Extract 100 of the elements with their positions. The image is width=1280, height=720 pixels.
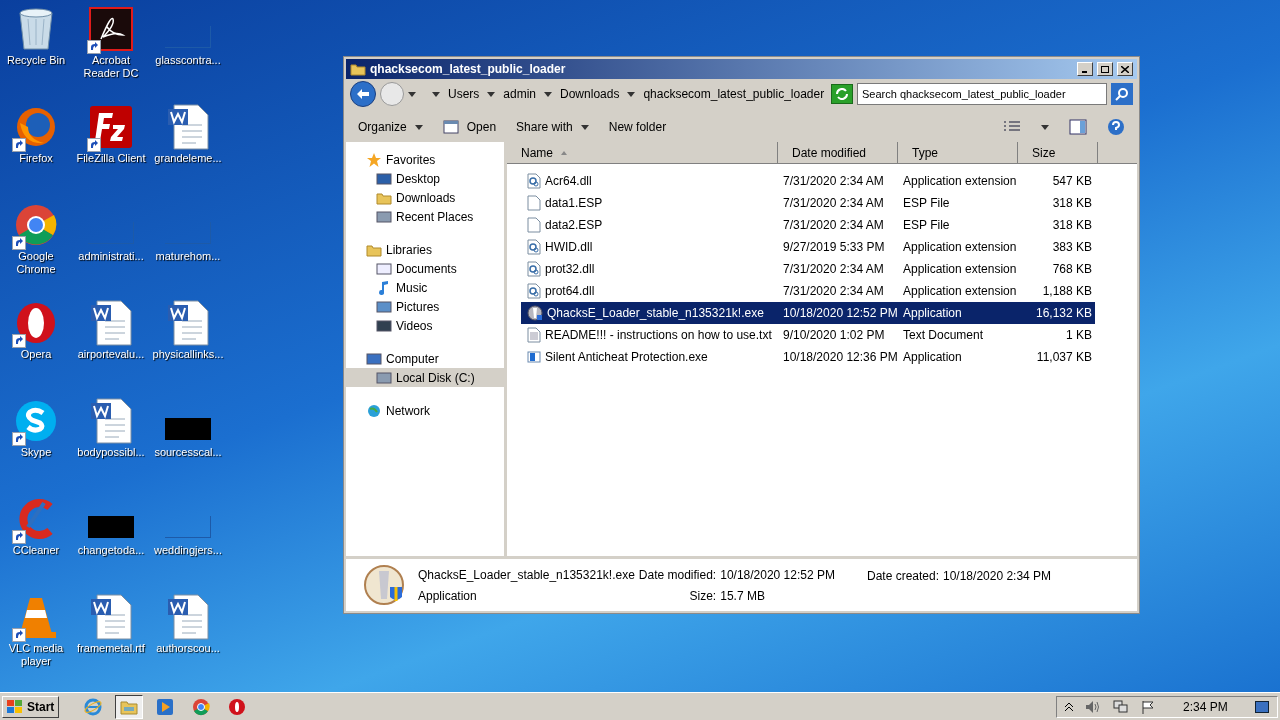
desktop-icon-label[interactable]: CCleaner [0,544,74,557]
nav-item[interactable]: Libraries [346,240,504,259]
file-row[interactable]: QhacksE_Loader_stable_n135321k!.exe 10/18/2020 12:52 PM Application 16,132 KB [521,302,1095,324]
globe-icon [366,402,382,419]
nav-item[interactable]: Videos [346,316,504,335]
desktop-icon-label[interactable]: administrati... [73,250,149,263]
close-button[interactable] [1117,62,1133,76]
file-icon [527,195,541,211]
clock[interactable]: 2:34 PM [1183,697,1243,716]
desktop-icon-label[interactable]: physicallinks... [150,348,226,361]
nav-item[interactable]: Recent Places [346,207,504,226]
file-row[interactable]: prot64.dll 7/31/2020 2:34 AM Application extension 1,188 KB [521,280,1095,302]
folder-icon [120,698,139,715]
desktop-icon-label[interactable]: airportevalu... [73,348,149,361]
type-cell-text: Application [902,349,963,366]
preview-pane-icon[interactable] [1069,119,1087,135]
toolbar-button[interactable]: Share with [516,118,589,136]
type-cell-text: Application extension [902,239,1018,256]
file-row[interactable]: README!!! - instructions on how to use.txt 9/10/2020 1:02 PM Text Document 1 KB [521,324,1095,346]
nav-item[interactable]: Favorites [346,150,504,169]
network-icon[interactable] [1113,699,1129,714]
speaker-icon[interactable] [1085,699,1101,714]
play-icon [156,697,175,716]
desktop-icon-label[interactable]: Opera [0,348,74,361]
column-header[interactable]: Size [1018,142,1098,163]
view-list-icon[interactable] [1003,120,1021,134]
size-cell-text: 318 KB [1051,217,1093,234]
opera-icon [228,697,247,716]
file-row[interactable]: prot32.dll 7/31/2020 2:34 AM Application extension 768 KB [521,258,1095,280]
nav-item[interactable]: Desktop [346,169,504,188]
toolbar-button[interactable]: Open [442,118,497,136]
search-field[interactable]: Search qhacksecom_latest_public_loader [857,83,1107,105]
desktop-icon-label[interactable]: bodypossibl... [73,446,149,459]
column-header[interactable]: Name [507,142,778,163]
breadcrumb-item[interactable]: Users [448,85,480,103]
minimize-button[interactable] [1077,62,1093,76]
desktop-icon-label[interactable]: Skype [0,446,74,459]
desktop-icon-label[interactable]: Google Chrome [0,250,74,276]
redacted-icon [165,418,211,440]
file-row[interactable]: data1.ESP 7/31/2020 2:34 AM ESP File 318 KB [521,192,1095,214]
nav-item[interactable]: Downloads [346,188,504,207]
toolbar-button[interactable]: Organize [358,118,423,136]
file-row[interactable]: data2.ESP 7/31/2020 2:34 AM ESP File 318 KB [521,214,1095,236]
column-header[interactable]: Type [898,142,1018,163]
breadcrumb-item[interactable]: admin [503,85,537,103]
desktop-icon-label[interactable]: Firefox [0,152,74,165]
nav-item[interactable]: Pictures [346,297,504,316]
desktop-icon-label[interactable]: FileZilla Client [73,152,149,165]
flag-icon[interactable] [1141,699,1155,714]
details-value: 15.7 MB [720,587,766,605]
breadcrumb-item[interactable]: Downloads [560,85,620,103]
type-cell-text: ESP File [902,217,951,234]
breadcrumb-item[interactable]: qhacksecom_latest_public_loader [643,85,825,103]
desktop-icon-label[interactable]: sourcesscal... [150,446,226,459]
nav-item[interactable]: Documents [346,259,504,278]
desktop-icon-label[interactable]: Recycle Bin [0,54,74,67]
toolbar-button[interactable]: New folder [608,118,667,136]
file-name: Silent Anticheat Protection.exe [545,349,708,366]
caret-icon [580,124,589,130]
back-button[interactable] [350,81,376,107]
nav-item[interactable]: Local Disk (C:) [346,368,504,387]
help-icon[interactable] [1107,118,1125,136]
opera-icon [14,301,58,345]
type-cell-text: Application extension [902,173,1018,190]
app-icon [527,305,543,321]
desktop-icon-label[interactable]: maturehom... [150,250,226,263]
word-document-icon [89,299,133,347]
desktop-icon-label[interactable]: weddingjers... [150,544,226,557]
nav-item[interactable]: Computer [346,349,504,368]
file-name: Acr64.dll [545,173,592,190]
caret-icon [1041,124,1049,130]
file-row[interactable]: Silent Anticheat Protection.exe 10/18/2020 12:36 PM Application 11,037 KB [521,346,1095,368]
monitor-icon [376,170,392,187]
search-button[interactable] [1111,83,1133,105]
date-cell-text: 7/31/2020 2:34 AM [782,195,885,212]
recycle-bin-icon [16,7,56,51]
column-header[interactable]: Date modified [778,142,898,163]
file-row[interactable]: Acr64.dll 7/31/2020 2:34 AM Application extension 547 KB [521,170,1095,192]
text-file-icon [527,327,541,343]
refresh-button[interactable] [831,84,853,104]
show-desktop-icon[interactable] [1255,700,1269,713]
gear-file-icon [527,239,541,255]
desktop-icon-label[interactable]: changetoda... [73,544,149,557]
file-icon [527,217,541,233]
type-cell-text: Application [902,305,963,322]
file-row[interactable]: HWID.dll 9/27/2019 5:33 PM Application extension 383 KB [521,236,1095,258]
desktop-icon-label[interactable]: grandeleme... [150,152,226,165]
date-cell-text: 7/31/2020 2:34 AM [782,283,885,300]
type-cell-text: Application extension [902,283,1018,300]
file-name: HWID.dll [545,239,593,256]
nav-item[interactable]: Music [346,278,504,297]
windows-logo-icon [7,699,23,714]
chevron-up-icon[interactable] [1065,702,1073,711]
desktop-icon-label[interactable]: glasscontra... [150,54,226,67]
desktop-icon-label[interactable]: Acrobat Reader DC [73,54,149,80]
maximize-button[interactable] [1097,62,1113,76]
start-button[interactable]: Start [2,695,60,718]
taskbar-app[interactable] [115,694,144,719]
nav-item[interactable]: Network [346,401,504,420]
desktop-icon-label[interactable]: VLC media player [0,642,74,668]
